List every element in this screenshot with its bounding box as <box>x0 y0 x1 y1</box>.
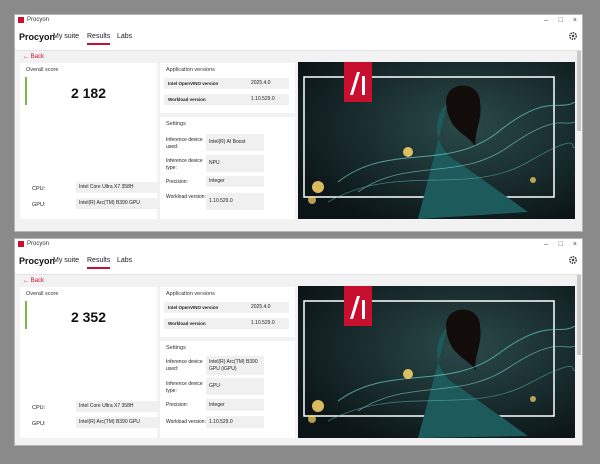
hero-image: AI <box>298 62 575 219</box>
window-title: Procyon <box>27 17 50 23</box>
openvino-version-label: Intel OpenVINO version <box>168 81 219 86</box>
workload-version-value: 1.10.529.0 <box>251 320 275 326</box>
app-logo-icon <box>18 241 24 247</box>
minimize-button[interactable]: – <box>544 240 548 249</box>
arrow-left-icon: ← <box>23 278 29 284</box>
settings-title: Settings <box>166 345 186 351</box>
settings-title: Settings <box>166 121 186 127</box>
back-link[interactable]: ← Back <box>23 54 44 60</box>
overall-score-value: 2 352 <box>70 309 107 325</box>
tab-my-suite[interactable]: My suite <box>53 33 79 40</box>
precision-label: Precision: <box>166 179 188 185</box>
device-used-value: Intel(R) Arc(TM) B390 GPU (iGPU) <box>206 356 264 375</box>
precision-value: Integer <box>206 399 264 411</box>
window-title: Procyon <box>27 241 50 247</box>
openvino-version-label: Intel OpenVINO version <box>168 305 219 310</box>
precision-label: Precision: <box>166 402 188 408</box>
settings-card: Settings Inference device used: Intel(R)… <box>160 341 295 438</box>
close-button[interactable]: × <box>573 240 577 249</box>
gpu-value: Intel(R) Arc(TM) B390 GPU <box>76 198 171 209</box>
gear-icon[interactable] <box>568 255 578 265</box>
workload-version-label: Workload version <box>168 97 206 102</box>
settings-workload-version-value: 1.10.529.0 <box>206 193 264 210</box>
overall-score-card: Overall score 2 182 CPU: Intel Core Ultr… <box>20 63 171 219</box>
settings-workload-version-label: Workload version: <box>166 194 206 200</box>
application-versions-title: Application versions <box>166 67 215 73</box>
hero-image: AI <box>298 286 575 438</box>
procyon-window-gpu: Procyon – □ × Procyon My suite Results L… <box>14 238 583 446</box>
back-link[interactable]: ← Back <box>23 278 44 284</box>
scrollbar[interactable] <box>577 51 581 131</box>
title-bar: Procyon – □ × <box>15 15 582 26</box>
device-type-value: GPU <box>206 378 264 395</box>
overall-score-value: 2 182 <box>70 85 107 101</box>
brand-title: Procyon <box>19 256 56 266</box>
application-versions-card: Application versions Intel OpenVINO vers… <box>160 63 295 113</box>
cpu-value: Intel Core Ultra X7 358H <box>76 182 171 193</box>
openvino-version-row: Intel OpenVINO version 2025.4.0 <box>164 78 289 89</box>
close-button[interactable]: × <box>573 16 577 25</box>
ai-woman-illustration: AI <box>298 62 575 219</box>
top-nav: Procyon My suite Results Labs <box>15 26 582 51</box>
gpu-value: Intel(R) Arc(TM) B390 GPU <box>76 417 171 428</box>
device-type-label: Inference device type: <box>166 381 203 394</box>
gear-icon[interactable] <box>568 31 578 41</box>
device-type-value: NPU <box>206 155 264 172</box>
device-type-label: Inference device type: <box>166 158 203 171</box>
application-versions-card: Application versions Intel OpenVINO vers… <box>160 287 295 337</box>
ai-woman-illustration: AI <box>298 286 575 438</box>
device-used-label: Inference device used: <box>166 359 203 372</box>
cpu-label: CPU: <box>32 186 46 192</box>
overall-score-title: Overall score <box>26 291 59 297</box>
gpu-label: GPU: <box>32 421 46 427</box>
maximize-button[interactable]: □ <box>559 240 563 249</box>
overall-score-card: Overall score 2 352 CPU: Intel Core Ultr… <box>20 287 171 438</box>
tab-results[interactable]: Results <box>87 33 111 45</box>
settings-card: Settings Inference device used: Intel(R)… <box>160 117 295 219</box>
application-versions-title: Application versions <box>166 291 215 297</box>
workload-version-label: Workload version <box>168 321 206 326</box>
cpu-label: CPU: <box>32 405 46 411</box>
device-used-label: Inference device used: <box>166 137 203 150</box>
workload-version-row: Workload version 1.10.529.0 <box>164 318 289 329</box>
tab-labs[interactable]: Labs <box>117 257 132 264</box>
tab-labs[interactable]: Labs <box>117 33 132 40</box>
openvino-version-value: 2025.4.0 <box>251 80 271 86</box>
settings-workload-version-value: 1.10.529.0 <box>206 416 264 428</box>
device-used-value: Intel(R) AI Boost <box>206 134 264 151</box>
gpu-label: GPU: <box>32 202 46 208</box>
minimize-button[interactable]: – <box>544 16 548 25</box>
app-logo-icon <box>18 17 24 23</box>
precision-value: Integer <box>206 176 264 187</box>
tab-my-suite[interactable]: My suite <box>53 257 79 264</box>
openvino-version-row: Intel OpenVINO version 2025.4.0 <box>164 302 289 313</box>
tab-results[interactable]: Results <box>87 257 111 269</box>
procyon-window-npu: Procyon – □ × Procyon My suite Results L… <box>14 14 583 232</box>
scrollbar[interactable] <box>577 275 581 355</box>
maximize-button[interactable]: □ <box>559 16 563 25</box>
cpu-value: Intel Core Ultra X7 358H <box>76 401 171 412</box>
top-nav: Procyon My suite Results Labs <box>15 250 582 275</box>
overall-score-title: Overall score <box>26 67 59 73</box>
workload-version-value: 1.10.529.0 <box>251 96 275 102</box>
title-bar: Procyon – □ × <box>15 239 582 250</box>
workload-version-row: Workload version 1.10.529.0 <box>164 94 289 105</box>
settings-workload-version-label: Workload version: <box>166 419 206 425</box>
openvino-version-value: 2025.4.0 <box>251 304 271 310</box>
arrow-left-icon: ← <box>23 54 29 60</box>
brand-title: Procyon <box>19 32 56 42</box>
